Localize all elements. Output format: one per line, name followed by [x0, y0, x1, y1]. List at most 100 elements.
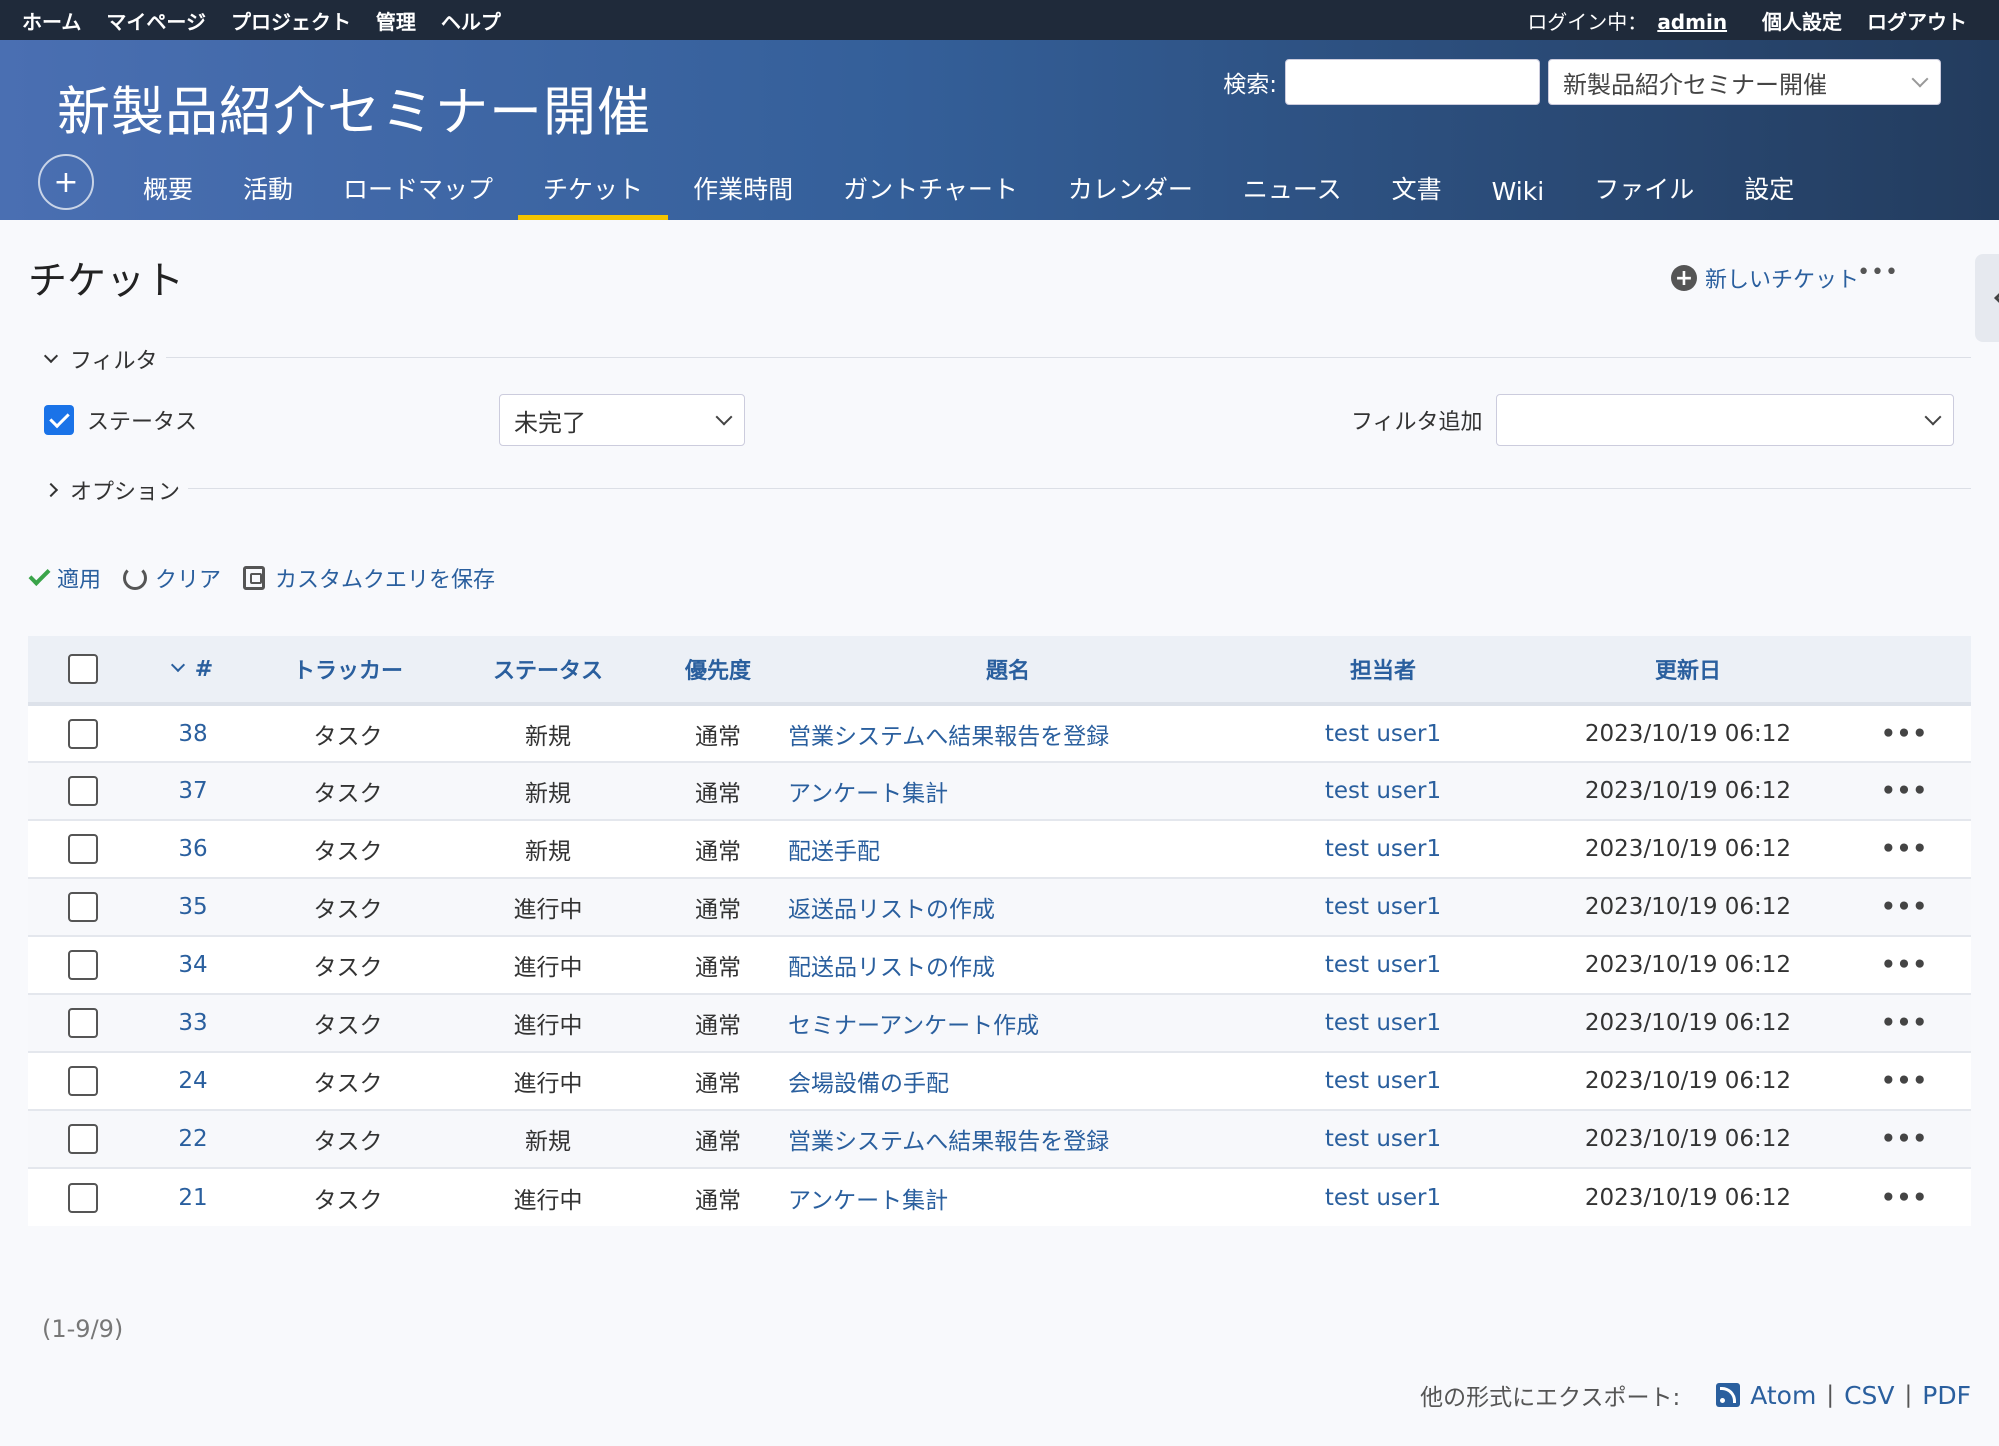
cell-assignee[interactable]: test user1 [1228, 1052, 1538, 1110]
tab-time-entries[interactable]: 作業時間 [668, 170, 818, 220]
cell-assignee[interactable]: test user1 [1228, 820, 1538, 878]
cell-id[interactable]: 22 [138, 1110, 248, 1168]
cell-assignee[interactable]: test user1 [1228, 1168, 1538, 1226]
export-csv-link[interactable]: CSV [1844, 1381, 1894, 1410]
cell-id[interactable]: 21 [138, 1168, 248, 1226]
table-row[interactable]: 21 タスク 進行中 通常 アンケート集計 test user1 2023/10/19 06… [28, 1168, 1971, 1226]
table-row[interactable]: 37 タスク 新規 通常 アンケート集計 test user1 2023/10/19 06:… [28, 762, 1971, 820]
tab-settings[interactable]: 設定 [1719, 170, 1819, 220]
export-pdf-link[interactable]: PDF [1922, 1381, 1971, 1410]
cell-assignee[interactable]: test user1 [1228, 1110, 1538, 1168]
row-actions-icon[interactable]: ••• [1838, 1052, 1971, 1110]
tab-overview[interactable]: 概要 [118, 170, 218, 220]
row-actions-icon[interactable]: ••• [1838, 1110, 1971, 1168]
row-actions-icon[interactable]: ••• [1838, 936, 1971, 994]
more-actions-icon[interactable]: ••• [1857, 260, 1899, 285]
status-filter-checkbox[interactable] [44, 405, 74, 435]
cell-assignee[interactable]: test user1 [1228, 704, 1538, 762]
column-updated[interactable]: 更新日 [1538, 636, 1838, 704]
status-operator-select[interactable]: 未完了 [499, 394, 745, 446]
cell-id[interactable]: 38 [138, 704, 248, 762]
select-all-checkbox[interactable] [68, 654, 98, 684]
cell-assignee[interactable]: test user1 [1228, 762, 1538, 820]
cell-subject[interactable]: 返送品リストの作成 [788, 878, 1228, 936]
table-row[interactable]: 36 タスク 新規 通常 配送手配 test user1 2023/10/19 06:12 •… [28, 820, 1971, 878]
row-checkbox[interactable] [68, 834, 98, 864]
cell-subject[interactable]: アンケート集計 [788, 1168, 1228, 1226]
table-row[interactable]: 24 タスク 進行中 通常 会場設備の手配 test user1 2023/10/19 06… [28, 1052, 1971, 1110]
cell-id[interactable]: 24 [138, 1052, 248, 1110]
row-actions-icon[interactable]: ••• [1838, 762, 1971, 820]
sidebar-toggle[interactable] [1975, 254, 1999, 342]
table-row[interactable]: 35 タスク 進行中 通常 返送品リストの作成 test user1 2023/10/19 … [28, 878, 1971, 936]
row-checkbox[interactable] [68, 950, 98, 980]
column-subject[interactable]: 題名 [788, 636, 1228, 704]
row-checkbox[interactable] [68, 1008, 98, 1038]
tab-news[interactable]: ニュース [1218, 170, 1367, 220]
column-assignee[interactable]: 担当者 [1228, 636, 1538, 704]
top-menu-home[interactable]: ホーム [22, 10, 81, 34]
row-checkbox[interactable] [68, 718, 98, 749]
row-checkbox[interactable] [68, 1182, 98, 1213]
filters-legend[interactable]: フィルタ [28, 343, 166, 375]
cell-assignee[interactable]: test user1 [1228, 878, 1538, 936]
save-query-button[interactable]: カスタムクエリを保存 [243, 562, 495, 594]
login-user-link[interactable]: admin [1657, 10, 1727, 34]
cell-id[interactable]: 37 [138, 762, 248, 820]
cell-id[interactable]: 36 [138, 820, 248, 878]
table-row[interactable]: 34 タスク 進行中 通常 配送品リストの作成 test user1 2023/10/19 … [28, 936, 1971, 994]
column-status[interactable]: ステータス [448, 636, 648, 704]
cell-subject[interactable]: 配送品リストの作成 [788, 936, 1228, 994]
column-priority[interactable]: 優先度 [648, 636, 788, 704]
cell-subject[interactable]: 営業システムへ結果報告を登録 [788, 704, 1228, 762]
cell-id[interactable]: 34 [138, 936, 248, 994]
cell-updated: 2023/10/19 06:12 [1584, 778, 1792, 804]
search-input[interactable] [1285, 59, 1540, 105]
top-menu-help[interactable]: ヘルプ [441, 10, 501, 34]
cell-id[interactable]: 33 [138, 994, 248, 1052]
row-actions-icon[interactable]: ••• [1838, 820, 1971, 878]
top-menu-projects[interactable]: プロジェクト [231, 10, 351, 34]
cell-assignee[interactable]: test user1 [1228, 994, 1538, 1052]
tab-files[interactable]: ファイル [1569, 170, 1719, 220]
row-actions-icon[interactable]: ••• [1838, 878, 1971, 936]
new-issue-button[interactable]: + 新しいチケット [1670, 262, 1859, 294]
row-actions-icon[interactable]: ••• [1838, 994, 1971, 1052]
table-row[interactable]: 33 タスク 進行中 通常 セミナーアンケート作成 test user1 2023/10/1… [28, 994, 1971, 1052]
row-checkbox[interactable] [68, 892, 98, 922]
cell-id[interactable]: 35 [138, 878, 248, 936]
tab-activity[interactable]: 活動 [218, 170, 318, 220]
cell-subject[interactable]: 配送手配 [788, 820, 1228, 878]
new-object-button[interactable]: + [38, 154, 94, 210]
tab-issues[interactable]: チケット [518, 170, 669, 220]
clear-button[interactable]: クリア [123, 562, 221, 594]
cell-subject[interactable]: アンケート集計 [788, 762, 1228, 820]
row-checkbox[interactable] [68, 1124, 98, 1154]
tab-roadmap[interactable]: ロードマップ [318, 170, 518, 220]
row-checkbox[interactable] [68, 776, 98, 806]
cell-assignee[interactable]: test user1 [1228, 936, 1538, 994]
apply-button[interactable]: 適用 [28, 562, 101, 594]
top-menu-mypage[interactable]: マイページ [106, 10, 206, 34]
row-checkbox[interactable] [68, 1066, 98, 1096]
tab-gantt[interactable]: ガントチャート [818, 170, 1043, 220]
row-actions-icon[interactable]: ••• [1838, 704, 1971, 762]
column-tracker[interactable]: トラッカー [248, 636, 448, 704]
column-id[interactable]: # [138, 636, 248, 704]
tab-calendar[interactable]: カレンダー [1043, 170, 1218, 220]
options-legend[interactable]: オプション [28, 474, 189, 506]
table-row[interactable]: 38 タスク 新規 通常 営業システムへ結果報告を登録 test user1 2023/10… [28, 704, 1971, 762]
cell-subject[interactable]: 営業システムへ結果報告を登録 [788, 1110, 1228, 1168]
row-actions-icon[interactable]: ••• [1838, 1168, 1971, 1226]
top-menu-admin[interactable]: 管理 [376, 10, 416, 34]
my-account-link[interactable]: 個人設定 [1762, 10, 1842, 34]
project-jump-select[interactable]: 新製品紹介セミナー開催 [1548, 59, 1941, 105]
cell-subject[interactable]: 会場設備の手配 [788, 1052, 1228, 1110]
add-filter-select[interactable] [1496, 394, 1954, 446]
logout-link[interactable]: ログアウト [1867, 10, 1967, 34]
tab-documents[interactable]: 文書 [1367, 170, 1467, 220]
cell-subject[interactable]: セミナーアンケート作成 [788, 994, 1228, 1052]
tab-wiki[interactable]: Wiki [1467, 177, 1570, 220]
table-row[interactable]: 22 タスク 新規 通常 営業システムへ結果報告を登録 test user1 2023/10… [28, 1110, 1971, 1168]
export-atom-link[interactable]: Atom [1750, 1381, 1816, 1410]
